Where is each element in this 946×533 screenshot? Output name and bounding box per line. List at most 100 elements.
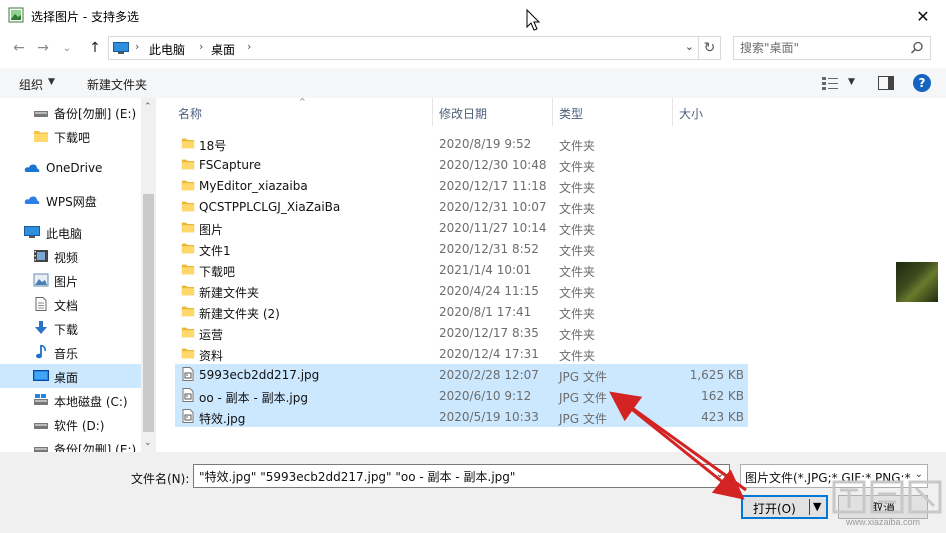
sidebar-item-documents[interactable]: 文档 <box>0 292 141 316</box>
folder-icon <box>181 262 195 279</box>
file-date: 2020/11/27 10:14 <box>439 221 547 235</box>
refresh-button[interactable]: ↻ <box>699 36 721 60</box>
navigation-scrollbar[interactable]: ⌃ ⌄ <box>141 98 156 452</box>
column-divider[interactable] <box>552 98 553 126</box>
sidebar-item-wps-drive[interactable]: WPS网盘 <box>0 188 141 212</box>
file-type: 文件夹 <box>559 181 596 195</box>
table-row[interactable]: MyEditor_xiazaiba 2020/12/17 11:18 文件夹 <box>175 175 748 196</box>
chevron-down-icon[interactable]: ⌄ <box>716 469 724 480</box>
navigation-pane: 备份[勿删] (E:) 下载吧 OneDrive WPS网盘 此电脑 视频 图片… <box>0 98 156 452</box>
dialog-footer: 文件名(N): ⌄ 图片文件(*.JPG;*.GIF;*.PNG;*.BMP) … <box>0 452 946 533</box>
sidebar-item-label: WPS网盘 <box>46 195 97 209</box>
table-row[interactable]: 资料 2020/12/4 17:31 文件夹 <box>175 343 748 364</box>
address-bar[interactable]: › 此电脑 › 桌面 › ⌄ <box>108 36 699 60</box>
file-date: 2020/4/24 11:15 <box>439 284 539 298</box>
sidebar-item-xiazaiba[interactable]: 下载吧 <box>0 124 141 148</box>
file-size: 423 KB <box>701 410 744 424</box>
folder-icon <box>181 325 195 342</box>
caret-down-icon: ▼ <box>48 77 55 87</box>
breadcrumb-desktop[interactable]: 桌面 <box>211 41 235 58</box>
sidebar-item-label: 下载 <box>54 323 79 337</box>
column-divider[interactable] <box>672 98 673 126</box>
forward-button[interactable]: → <box>32 38 54 58</box>
cloud-icon <box>24 196 40 204</box>
file-date: 2021/1/4 10:01 <box>439 263 532 277</box>
cloud-icon <box>24 164 40 172</box>
back-button[interactable]: ← <box>8 38 30 58</box>
table-row[interactable]: oo - 副本 - 副本.jpg 2020/6/10 9:12 JPG 文件 162 … <box>175 385 748 406</box>
column-header-size[interactable]: 大小 <box>679 105 703 122</box>
file-name: oo - 副本 - 副本.jpg <box>199 391 308 405</box>
scroll-down-icon[interactable]: ⌄ <box>144 438 152 448</box>
sidebar-item-pictures[interactable]: 图片 <box>0 268 141 292</box>
sidebar-item-downloads[interactable]: 下载 <box>0 316 141 340</box>
sidebar-item-local-disk-c[interactable]: 本地磁盘 (C:) <box>0 388 141 412</box>
document-icon <box>35 297 47 311</box>
sidebar-item-backup-e[interactable]: 备份[勿删] (E:) <box>0 436 141 452</box>
sidebar-item-software-d[interactable]: 软件 (D:) <box>0 412 141 436</box>
table-row[interactable]: 下载吧 2021/1/4 10:01 文件夹 <box>175 259 748 280</box>
command-bar: 组织 ▼ 新建文件夹 ▼ ? <box>0 68 946 98</box>
file-type: JPG 文件 <box>559 412 607 426</box>
table-row[interactable]: 新建文件夹 (2) 2020/8/1 17:41 文件夹 <box>175 301 748 322</box>
breadcrumb-this-pc[interactable]: 此电脑 <box>149 41 185 58</box>
close-button[interactable]: ✕ <box>900 0 946 32</box>
column-header-date[interactable]: 修改日期 <box>439 105 487 122</box>
sidebar-item-label: 软件 (D:) <box>54 419 105 433</box>
preview-pane-icon[interactable] <box>878 76 894 90</box>
sidebar-item-label: 视频 <box>54 251 79 265</box>
file-type: 文件夹 <box>559 160 596 174</box>
chevron-down-icon[interactable]: ⌄ <box>685 40 694 53</box>
filename-label: 文件名(N): <box>131 472 190 486</box>
search-box[interactable] <box>733 36 931 60</box>
file-type: 文件夹 <box>559 139 596 153</box>
view-details-icon[interactable] <box>822 76 838 90</box>
table-row[interactable]: 文件1 2020/12/31 8:52 文件夹 <box>175 238 748 259</box>
file-type: JPG 文件 <box>559 391 607 405</box>
column-header-name[interactable]: 名称 <box>178 105 202 122</box>
table-row[interactable]: 特效.jpg 2020/5/19 10:33 JPG 文件 423 KB <box>175 406 748 427</box>
table-row[interactable]: 18号 2020/8/19 9:52 文件夹 <box>175 133 748 154</box>
organize-button[interactable]: 组织 <box>19 76 43 93</box>
file-type: 文件夹 <box>559 265 596 279</box>
table-row[interactable]: 新建文件夹 2020/4/24 11:15 文件夹 <box>175 280 748 301</box>
column-divider[interactable] <box>432 98 433 126</box>
title-bar: 选择图片 - 支持多选 ✕ <box>0 0 946 32</box>
column-header-type[interactable]: 类型 <box>559 105 583 122</box>
address-row: ← → ⌄ ↑ › 此电脑 › 桌面 › ⌄ ↻ <box>0 32 946 64</box>
sidebar-item-this-pc[interactable]: 此电脑 <box>0 220 141 244</box>
sidebar-item-label: 桌面 <box>54 371 79 385</box>
scrollbar-thumb[interactable] <box>143 194 154 432</box>
table-row[interactable]: 运营 2020/12/17 8:35 文件夹 <box>175 322 748 343</box>
image-thumbnail <box>896 262 938 302</box>
view-options-caret-icon[interactable]: ▼ <box>848 77 855 87</box>
up-button[interactable]: ↑ <box>84 38 106 58</box>
chevron-down-icon: ⌄ <box>62 42 72 54</box>
sidebar-item-backup-e-top[interactable]: 备份[勿删] (E:) <box>0 100 141 124</box>
refresh-icon: ↻ <box>703 40 716 56</box>
folder-icon <box>181 304 195 321</box>
filename-combobox[interactable]: ⌄ <box>193 464 730 488</box>
watermark-logo <box>832 480 942 514</box>
help-icon[interactable]: ? <box>913 74 931 92</box>
scroll-up-icon[interactable]: ⌃ <box>144 102 152 112</box>
sidebar-item-music[interactable]: 音乐 <box>0 340 141 364</box>
open-button[interactable]: 打开(O) ▼ <box>741 495 828 519</box>
sidebar-item-videos[interactable]: 视频 <box>0 244 141 268</box>
table-row[interactable]: QCSTPPLCLGJ_XiaZaiBa 2020/12/31 10:07 文件夹 <box>175 196 748 217</box>
file-date: 2020/8/1 17:41 <box>439 305 532 319</box>
file-name: 新建文件夹 (2) <box>199 307 280 321</box>
file-type: 文件夹 <box>559 307 596 321</box>
table-row[interactable]: 图片 2020/11/27 10:14 文件夹 <box>175 217 748 238</box>
table-row[interactable]: FSCapture 2020/12/30 10:48 文件夹 <box>175 154 748 175</box>
sidebar-item-label: 本地磁盘 (C:) <box>54 395 128 409</box>
table-row[interactable]: 5993ecb2dd217.jpg 2020/2/28 12:07 JPG 文件 1,… <box>175 364 748 385</box>
filename-input[interactable] <box>194 465 704 487</box>
sidebar-item-onedrive[interactable]: OneDrive <box>0 156 141 180</box>
new-folder-button[interactable]: 新建文件夹 <box>87 76 147 93</box>
site-watermark: www.xiazaiba.com <box>820 478 944 532</box>
sidebar-item-label: 音乐 <box>54 347 79 361</box>
sidebar-item-desktop[interactable]: 桌面 <box>0 364 141 388</box>
search-input[interactable] <box>734 37 904 59</box>
recent-locations-button[interactable]: ⌄ <box>56 38 78 58</box>
